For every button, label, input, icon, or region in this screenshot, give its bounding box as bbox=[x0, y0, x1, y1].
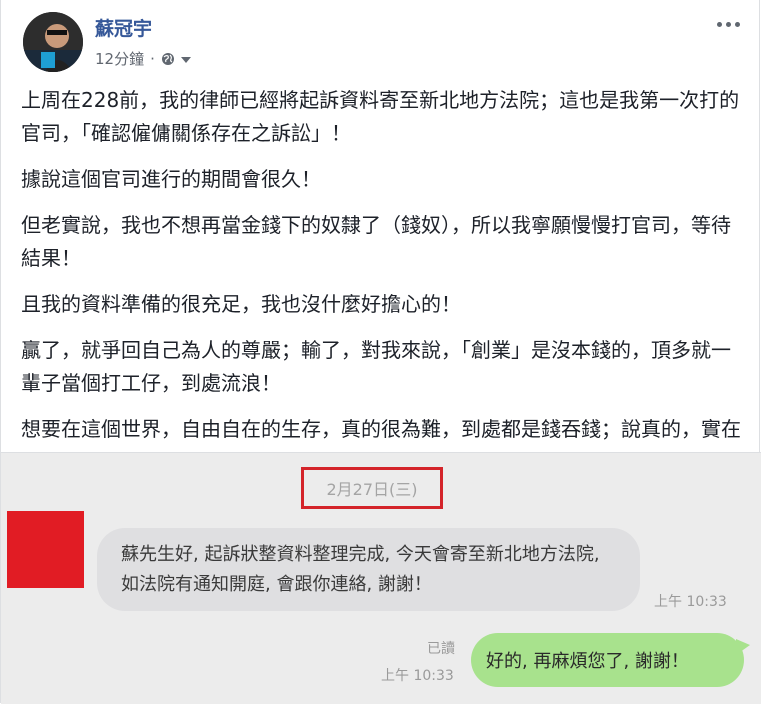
author-name[interactable]: 蘇冠宇 bbox=[95, 14, 152, 41]
post-body: 上周在228前，我的律師已經將起訴資料寄至新北地方法院；這也是我第一次打的官司，… bbox=[21, 84, 741, 492]
redacted-avatar bbox=[7, 511, 84, 588]
outgoing-message-bubble: 好的, 再麻煩您了, 謝謝！ bbox=[471, 633, 750, 687]
highlighted-date-box: 2月27日(三) bbox=[301, 467, 443, 509]
post-time[interactable]: 12分鐘 bbox=[95, 48, 144, 69]
chat-screenshot-image[interactable]: 2月27日(三) 蘇先生好, 起訴狀整資料整理完成, 今天會寄至新北地方法院, … bbox=[1, 452, 761, 704]
post-paragraph: 且我的資料準備的很充足，我也沒什麼好擔心的！ bbox=[21, 292, 461, 316]
outgoing-message-time: 上午 10:33 bbox=[381, 668, 454, 684]
outgoing-message-text: 好的, 再麻煩您了, 謝謝！ bbox=[486, 651, 689, 672]
globe-icon[interactable] bbox=[161, 52, 175, 66]
avatar[interactable] bbox=[23, 12, 83, 72]
more-options-icon[interactable] bbox=[713, 14, 743, 34]
post-header: 蘇冠宇 12分鐘 · bbox=[23, 12, 743, 72]
post-paragraph: 贏了，就爭回自己為人的尊嚴；輸了，對我來說，「創業」是沒本錢的，頂多就一輩子當個… bbox=[21, 338, 731, 395]
incoming-message-bubble: 蘇先生好, 起訴狀整資料整理完成, 今天會寄至新北地方法院, 如法院有通知開庭,… bbox=[97, 528, 640, 611]
post-meta: 12分鐘 · bbox=[95, 48, 191, 69]
post-paragraph: 據說這個官司進行的期間會很久！ bbox=[21, 167, 321, 191]
chevron-down-icon[interactable] bbox=[180, 50, 191, 68]
post-paragraph: 上周在228前，我的律師已經將起訴資料寄至新北地方法院；這也是我第一次打的官司，… bbox=[21, 88, 740, 145]
chat-date: 2月27日(三) bbox=[326, 480, 418, 499]
read-receipt: 已讀 bbox=[427, 641, 455, 657]
separator-dot: · bbox=[150, 49, 155, 68]
incoming-message-time: 上午 10:33 bbox=[654, 594, 727, 610]
post-card: 蘇冠宇 12分鐘 · 上周在228前，我的律師已經將起訴資料寄至新北地方法院；這… bbox=[0, 0, 761, 704]
post-paragraph: 但老實說，我也不想再當金錢下的奴隸了（錢奴），所以我寧願慢慢打官司，等待結果！ bbox=[21, 213, 731, 270]
